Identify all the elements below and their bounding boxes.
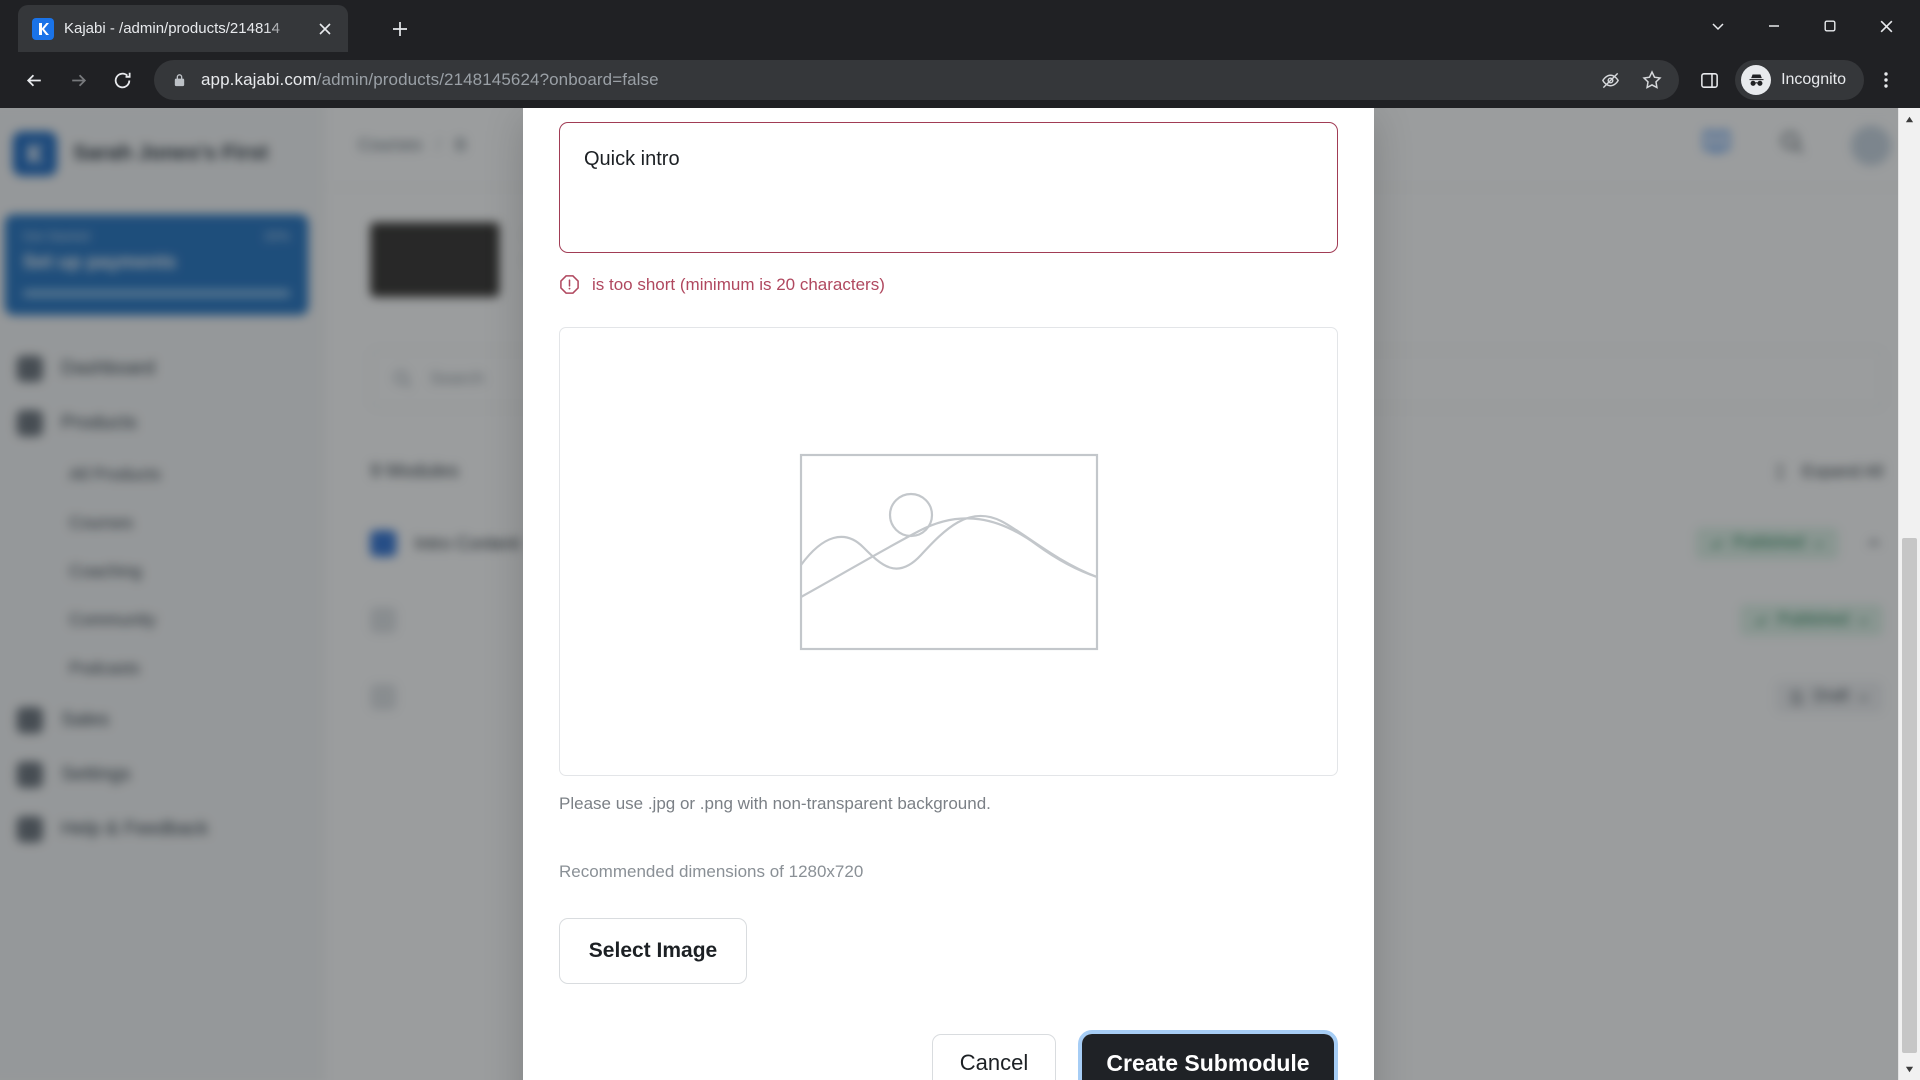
- browser-toolbar: app.kajabi.com/admin/products/2148145624…: [0, 52, 1920, 108]
- window-controls: [1690, 4, 1914, 48]
- reload-icon[interactable]: [100, 58, 144, 102]
- tab-strip: Kajabi - /admin/products/214814: [0, 0, 1920, 52]
- incognito-icon: [1741, 65, 1772, 95]
- validation-error: is too short (minimum is 20 characters): [559, 274, 1338, 295]
- tab-title: Kajabi - /admin/products/214814: [64, 20, 280, 37]
- dialog-footer: Cancel Create Submodule: [523, 1030, 1374, 1080]
- url-path: /admin/products/2148145624?onboard=false: [316, 70, 659, 89]
- close-icon[interactable]: [312, 16, 338, 42]
- page-scrollbar[interactable]: [1898, 108, 1920, 1080]
- create-submodule-button[interactable]: Create Submodule: [1082, 1034, 1334, 1080]
- create-submodule-dialog: is too short (minimum is 20 characters) …: [523, 108, 1374, 1080]
- more-vertical-icon[interactable]: [1864, 58, 1908, 102]
- lock-icon: [172, 73, 187, 88]
- browser-chrome: Kajabi - /admin/products/214814 app.kaja…: [0, 0, 1920, 108]
- profile-incognito-chip[interactable]: Incognito: [1735, 60, 1864, 100]
- close-window-icon[interactable]: [1858, 4, 1914, 48]
- scroll-down-arrow[interactable]: [1899, 1058, 1920, 1080]
- forward-arrow-icon: [56, 58, 100, 102]
- page-viewport: Sarah Jones's First Get Started 20% Set …: [0, 108, 1920, 1080]
- error-message: is too short (minimum is 20 characters): [592, 274, 885, 294]
- scroll-up-arrow[interactable]: [1899, 108, 1920, 130]
- side-panel-icon[interactable]: [1687, 58, 1731, 102]
- image-dropzone[interactable]: [559, 327, 1338, 776]
- url-text: app.kajabi.com/admin/products/2148145624…: [201, 70, 1591, 90]
- error-octagon-icon: [560, 275, 579, 294]
- address-bar[interactable]: app.kajabi.com/admin/products/2148145624…: [154, 60, 1680, 100]
- kajabi-logo-icon: [32, 17, 54, 40]
- minimize-icon[interactable]: [1746, 4, 1802, 48]
- back-arrow-icon[interactable]: [12, 58, 56, 102]
- file-type-hint: Please use .jpg or .png with non-transpa…: [559, 794, 991, 813]
- maximize-icon[interactable]: [1802, 4, 1858, 48]
- browser-tab[interactable]: Kajabi - /admin/products/214814: [18, 5, 348, 52]
- cancel-button[interactable]: Cancel: [932, 1034, 1056, 1080]
- scrollbar-thumb[interactable]: [1902, 538, 1917, 1053]
- dialog-body: is too short (minimum is 20 characters) …: [523, 108, 1374, 984]
- omnibox-actions: [1591, 61, 1671, 99]
- profile-label: Incognito: [1781, 71, 1846, 88]
- image-placeholder-icon: [799, 453, 1098, 650]
- chevron-down-icon[interactable]: [1690, 4, 1746, 48]
- url-host: app.kajabi.com: [201, 70, 317, 89]
- select-image-button[interactable]: Select Image: [559, 918, 747, 984]
- submit-focus-ring: Create Submodule: [1078, 1030, 1338, 1080]
- eye-off-icon[interactable]: [1591, 61, 1629, 99]
- star-icon[interactable]: [1633, 61, 1671, 99]
- dimensions-hint: Recommended dimensions of 1280x720: [559, 862, 864, 881]
- new-tab-button[interactable]: [383, 12, 417, 46]
- description-textarea[interactable]: [559, 122, 1338, 253]
